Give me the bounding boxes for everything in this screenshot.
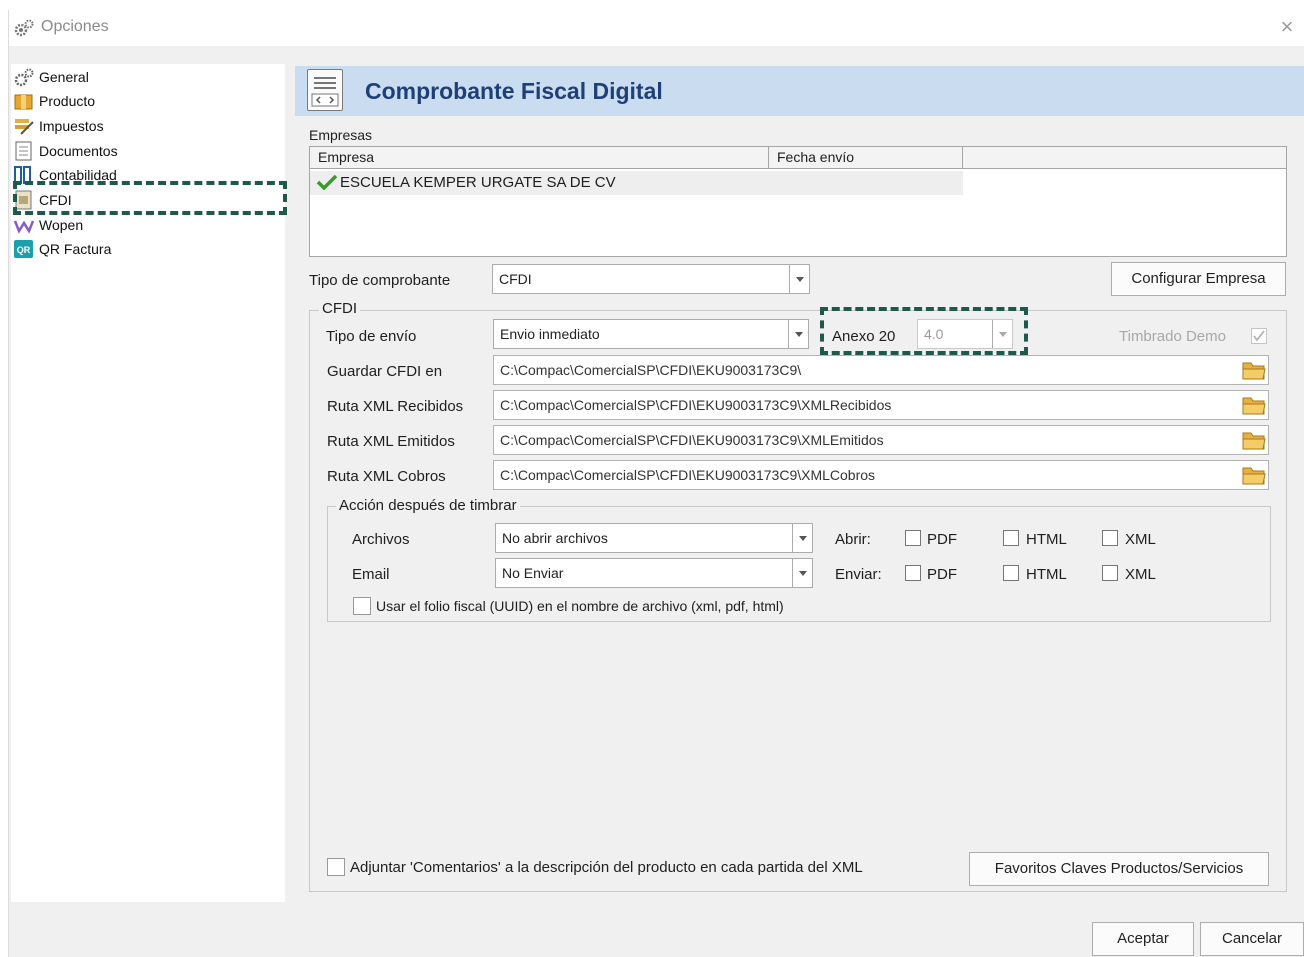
configurar-empresa-button[interactable]: Configurar Empresa [1111,262,1286,296]
check-icon [316,174,338,198]
svg-text:QR: QR [17,245,31,255]
guardar-cfdi-label: Guardar CFDI en [327,363,443,380]
wopen-icon [13,215,35,235]
sidebar-item-impuestos[interactable]: Impuestos [13,115,104,137]
box-icon [13,91,35,111]
xml-emitidos-input[interactable]: C:\Compac\ComercialSP\CFDI\EKU9003173C9\… [493,425,1269,455]
timbrado-demo-checkbox[interactable] [1251,328,1267,344]
tipo-comprobante-label: Tipo de comprobante [309,272,451,289]
tax-icon [13,116,35,136]
sidebar-item-producto[interactable]: Producto [13,90,95,112]
archivos-value: No abrir archivos [502,530,608,546]
sidebar-item-label: General [39,69,89,85]
title-bar: Opciones × [9,10,1304,46]
abrir-html-label: HTML [1026,531,1067,548]
cfdi-group-title: CFDI [319,300,360,317]
tipo-envio-label: Tipo de envío [326,328,417,345]
chevron-down-icon[interactable] [788,320,808,348]
enviar-xml-label: XML [1125,566,1156,583]
folder-icon[interactable] [1242,359,1266,381]
sidebar-item-label: Documentos [39,143,118,159]
sidebar-item-label: Producto [39,93,96,109]
archivos-select[interactable]: No abrir archivos [495,523,813,553]
aceptar-button[interactable]: Aceptar [1092,922,1194,956]
sidebar-item-label: Wopen [39,217,84,233]
chevron-down-icon[interactable] [789,265,809,293]
abrir-label: Abrir: [835,531,871,548]
enviar-xml-checkbox[interactable] [1102,565,1118,581]
sidebar-item-wopen[interactable]: Wopen [13,214,83,236]
chevron-down-icon[interactable] [792,524,812,552]
qr-icon: QR [13,239,35,259]
abrir-html-checkbox[interactable] [1003,530,1019,546]
anexo-highlight [820,307,1028,355]
document-icon [13,141,35,161]
close-button[interactable]: × [1275,15,1299,39]
folder-icon[interactable] [1242,394,1266,416]
empresas-label: Empresas [309,127,373,143]
gears-icon [13,67,35,87]
path-value: C:\Compac\ComercialSP\CFDI\EKU9003173C9\… [500,432,884,448]
email-value: No Enviar [502,565,564,581]
path-value: C:\Compac\ComercialSP\CFDI\EKU9003173C9\… [500,467,876,483]
sidebar-item-label: Impuestos [39,118,104,134]
enviar-html-label: HTML [1026,566,1067,583]
table-row[interactable]: ESCUELA KEMPER URGATE SA DE CV [310,171,963,195]
folder-icon[interactable] [1242,429,1266,451]
abrir-pdf-checkbox[interactable] [905,530,921,546]
cancelar-button[interactable]: Cancelar [1200,922,1304,956]
cfdi-highlight [13,181,287,215]
column-header-empresa[interactable]: Empresa [310,147,769,169]
uuid-checkbox[interactable] [353,597,371,615]
accion-group-title: Acción después de timbrar [336,497,520,514]
chevron-down-icon[interactable] [792,559,812,587]
abrir-xml-label: XML [1125,531,1156,548]
tipo-envio-value: Envio inmediato [500,326,600,342]
column-header-empty [963,147,1286,169]
panel-header: Comprobante Fiscal Digital [295,66,1304,116]
xml-recibidos-label: Ruta XML Recibidos [327,398,464,415]
guardar-cfdi-input[interactable]: C:\Compac\ComercialSP\CFDI\EKU9003173C9\ [493,355,1269,385]
enviar-label: Enviar: [835,566,882,583]
options-dialog: Opciones × General Producto Impuestos Do… [8,10,1304,957]
xml-emitidos-label: Ruta XML Emitidos [327,433,455,450]
enviar-pdf-label: PDF [927,566,957,583]
gears-icon [13,18,35,38]
column-header-fecha[interactable]: Fecha envío [769,147,963,169]
favoritos-button[interactable]: Favoritos Claves Productos/Servicios [969,852,1269,886]
empresa-name: ESCUELA KEMPER URGATE SA DE CV [340,174,616,191]
timbrado-demo-label: Timbrado Demo [1119,328,1226,345]
comentarios-label: Adjuntar 'Comentarios' a la descripción … [350,859,863,876]
xml-recibidos-input[interactable]: C:\Compac\ComercialSP\CFDI\EKU9003173C9\… [493,390,1269,420]
enviar-pdf-checkbox[interactable] [905,565,921,581]
empresas-grid[interactable]: Empresa Fecha envío ESCUELA KEMPER URGAT… [309,146,1287,257]
archivos-label: Archivos [352,531,410,548]
uuid-label: Usar el folio fiscal (UUID) en el nombre… [376,598,784,614]
tipo-comprobante-select[interactable]: CFDI [492,264,810,294]
xml-document-icon [307,69,343,111]
xml-cobros-input[interactable]: C:\Compac\ComercialSP\CFDI\EKU9003173C9\… [493,460,1269,490]
folder-icon[interactable] [1242,464,1266,486]
enviar-html-checkbox[interactable] [1003,565,1019,581]
sidebar-item-label: QR Factura [39,241,112,257]
sidebar-item-documentos[interactable]: Documentos [13,140,118,162]
email-select[interactable]: No Enviar [495,558,813,588]
abrir-pdf-label: PDF [927,531,957,548]
path-value: C:\Compac\ComercialSP\CFDI\EKU9003173C9\ [500,362,802,378]
sidebar-item-general[interactable]: General [13,66,89,88]
comentarios-checkbox[interactable] [327,858,345,876]
sidebar-item-qr-factura[interactable]: QR QR Factura [13,238,111,260]
window-title: Opciones [41,18,109,35]
tipo-comprobante-value: CFDI [499,271,532,287]
xml-cobros-label: Ruta XML Cobros [327,468,446,485]
path-value: C:\Compac\ComercialSP\CFDI\EKU9003173C9\… [500,397,892,413]
tipo-envio-select[interactable]: Envio inmediato [493,319,809,349]
email-label: Email [352,566,390,583]
page-title: Comprobante Fiscal Digital [365,78,663,104]
abrir-xml-checkbox[interactable] [1102,530,1118,546]
